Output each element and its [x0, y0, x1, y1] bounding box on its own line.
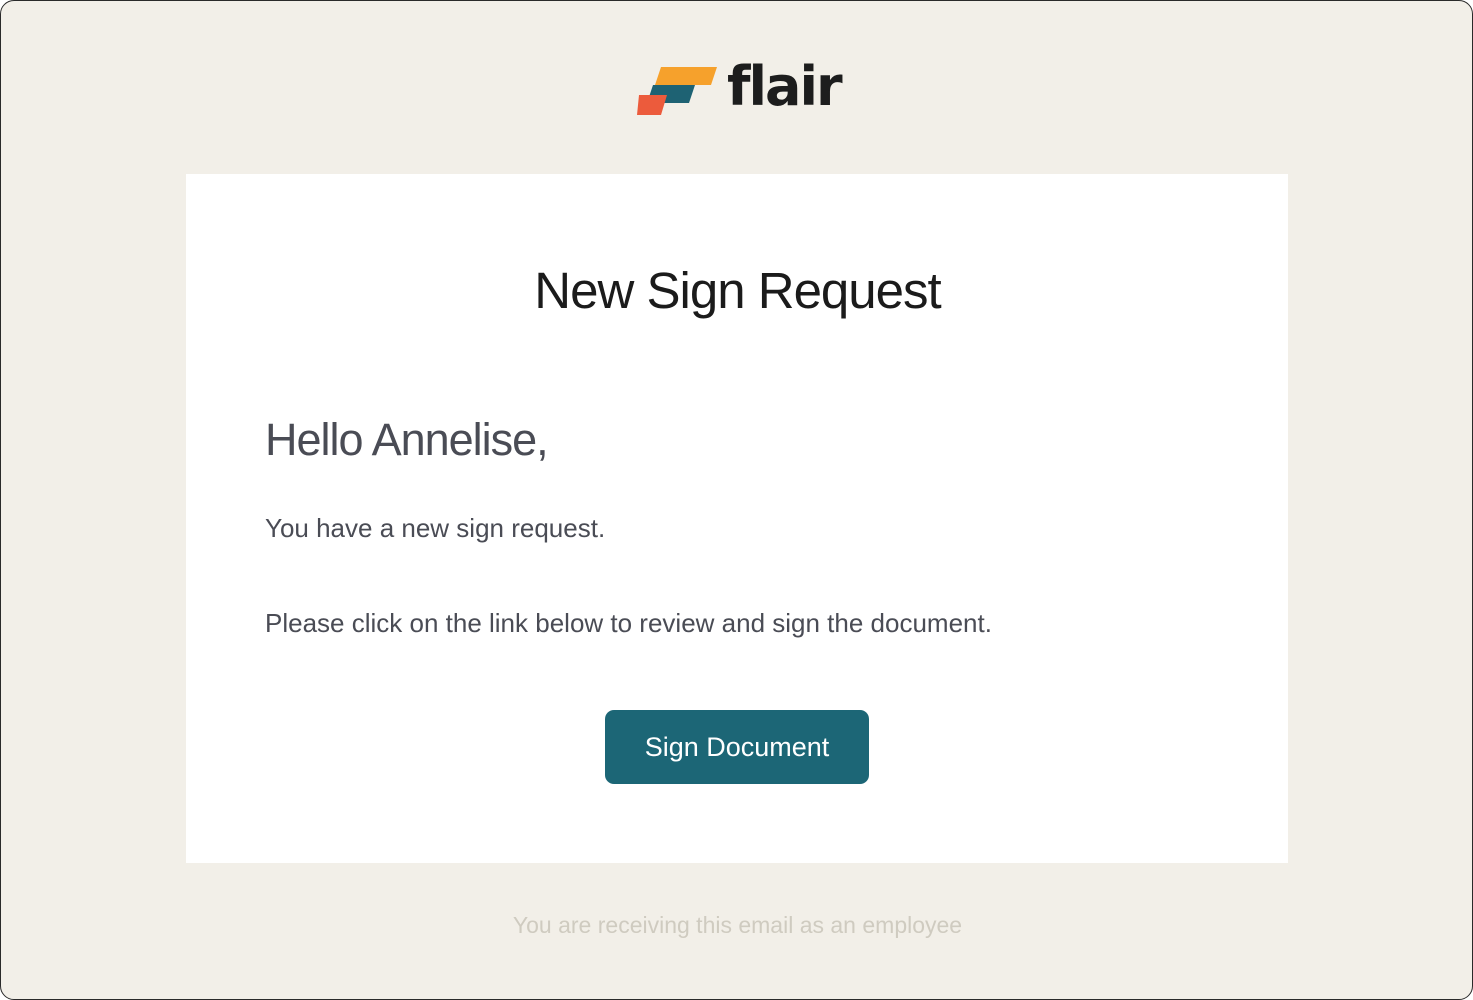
greeting-heading: Hello Annelise, — [265, 414, 549, 465]
instruction-text: Please click on the link below to review… — [265, 608, 992, 638]
email-window: flair New Sign Request Hello Annelise, Y… — [0, 0, 1473, 1000]
brand-wordmark: flair — [727, 55, 843, 118]
intro-text: You have a new sign request. — [265, 513, 606, 543]
flair-logo-icon — [637, 67, 717, 115]
sign-document-button[interactable]: Sign Document — [605, 710, 869, 784]
footer-note: You are receiving this email as an emplo… — [512, 912, 963, 938]
email-title: New Sign Request — [534, 262, 941, 319]
brand-logo: flair — [637, 55, 843, 119]
